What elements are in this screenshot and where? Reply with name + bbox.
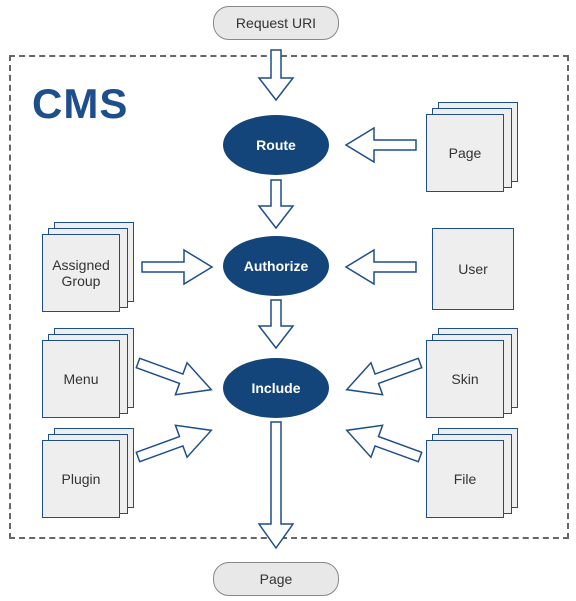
request-uri-box: Request URI: [213, 6, 339, 40]
arrow-page-to-route: [346, 128, 416, 162]
user-card: User: [432, 228, 514, 310]
assigned-group-stack: Assigned Group: [42, 222, 134, 314]
plugin-label: Plugin: [42, 440, 120, 518]
cms-title: CMS: [32, 80, 128, 128]
arrow-user-to-authorize: [346, 250, 416, 284]
file-stack: File: [426, 428, 518, 520]
arrow-authorize-to-include: [259, 300, 293, 352]
arrow-route-to-authorize: [259, 180, 293, 232]
skin-stack: Skin: [426, 328, 518, 420]
arrow-include-to-output: [259, 422, 293, 552]
arrow-menu-to-include: [138, 346, 220, 400]
route-node: Route: [223, 115, 329, 175]
arrow-plugin-to-include: [138, 420, 220, 474]
page-stack-label: Page: [426, 114, 504, 192]
include-node: Include: [223, 358, 329, 418]
plugin-stack: Plugin: [42, 428, 134, 520]
skin-label: Skin: [426, 340, 504, 418]
menu-label: Menu: [42, 340, 120, 418]
assigned-group-label: Assigned Group: [42, 234, 120, 312]
arrow-file-to-include: [338, 420, 420, 474]
file-label: File: [426, 440, 504, 518]
page-stack: Page: [426, 102, 518, 194]
arrow-request-to-route: [259, 50, 293, 106]
output-page-box: Page: [213, 562, 339, 596]
arrow-skin-to-include: [338, 346, 420, 400]
menu-stack: Menu: [42, 328, 134, 420]
authorize-node: Authorize: [223, 236, 329, 296]
arrow-group-to-authorize: [142, 250, 212, 284]
diagram-canvas: CMS Request URI Page Route Authorize Inc…: [0, 0, 576, 601]
